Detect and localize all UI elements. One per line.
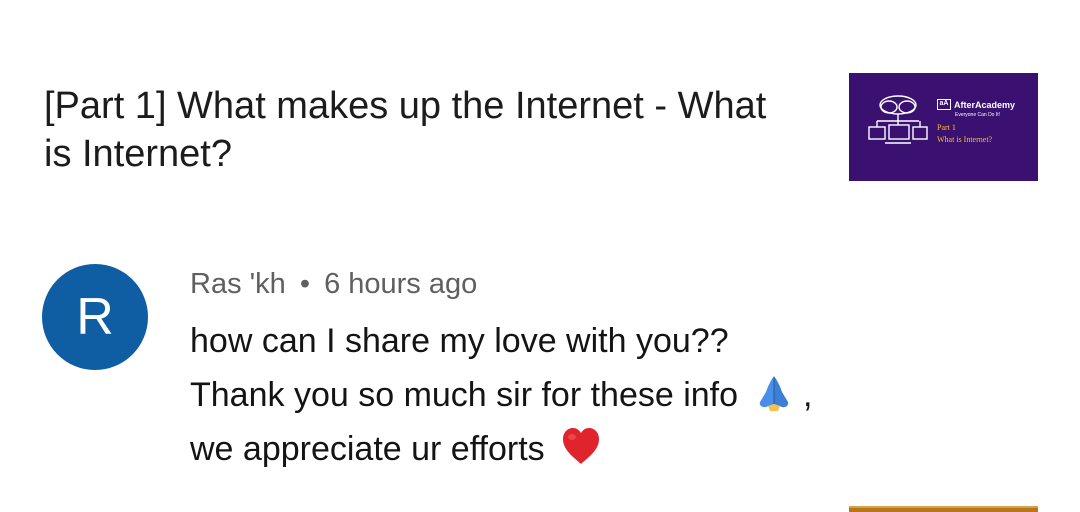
network-devices-icon	[868, 95, 928, 144]
red-heart-icon	[560, 426, 602, 466]
meta-separator: •	[299, 268, 311, 300]
comment-line: how can I share my love with you??	[190, 322, 729, 360]
comment-meta: Ras 'kh • 6 hours ago	[190, 264, 1050, 304]
thumbnail-tagline: Everyone Can Do It!	[955, 112, 1001, 118]
next-video-thumbnail[interactable]	[849, 506, 1038, 512]
thumbnail-logo: aA AfterAcademy	[937, 99, 1015, 110]
folded-hands-icon	[754, 372, 794, 412]
comment-body: how can I share my love with you?? Thank…	[190, 314, 1050, 476]
video-comment-view: [Part 1] What makes up the Internet - Wh…	[0, 0, 1080, 512]
thumbnail-brand: AfterAcademy	[954, 99, 1016, 110]
comment[interactable]: Ras 'kh • 6 hours ago how can I share my…	[190, 264, 1050, 476]
video-title[interactable]: [Part 1] What makes up the Internet - Wh…	[44, 82, 804, 178]
thumbnail-part-label: Part 1	[937, 123, 956, 132]
thumbnail-subtitle: What is Internet?	[937, 135, 993, 144]
video-thumbnail[interactable]: aA AfterAcademy Everyone Can Do It! Part…	[849, 73, 1038, 181]
comment-line: Thank you so much sir for these info ,	[190, 368, 1050, 422]
comment-line: we appreciate ur efforts	[190, 422, 1050, 476]
avatar-letter: R	[76, 288, 114, 346]
comment-time: 6 hours ago	[324, 268, 478, 300]
avatar[interactable]: R	[42, 264, 148, 370]
brand-logo-icon: aA	[937, 99, 951, 110]
comment-author[interactable]: Ras 'kh	[190, 268, 286, 300]
